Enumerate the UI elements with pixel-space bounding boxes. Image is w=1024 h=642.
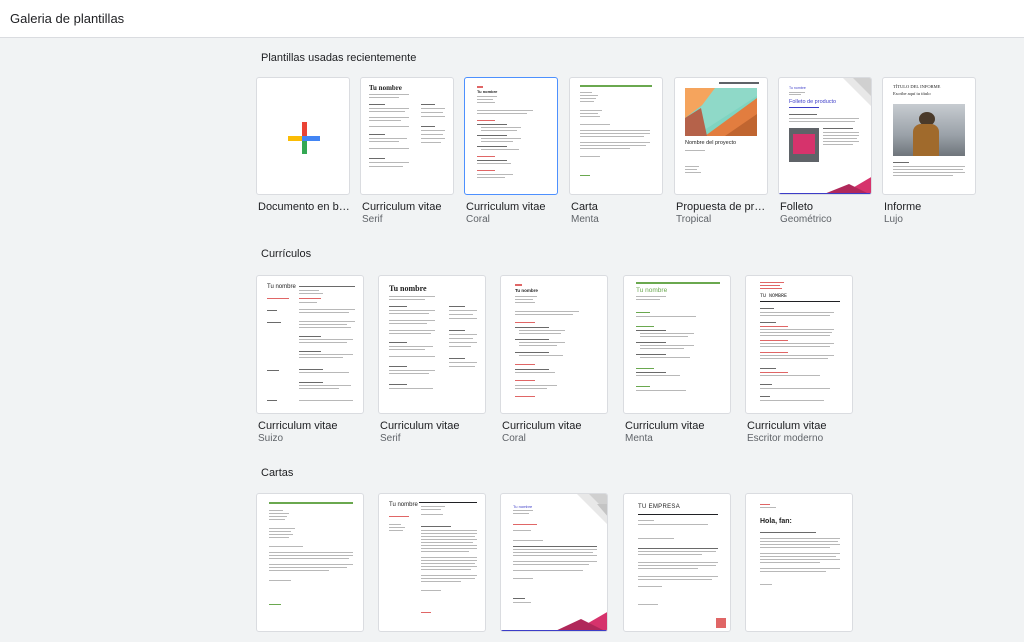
thumb-heading: Tu nombre <box>513 504 533 509</box>
template-thumbnail[interactable]: Tu nombre Folleto de producto <box>778 77 872 195</box>
template-subtitle: Tropical <box>676 214 712 225</box>
template-thumbnail[interactable]: Tu nombre <box>256 275 364 414</box>
template-title: Documento en bla… <box>258 201 350 213</box>
template-subtitle: Geométrico <box>780 214 832 225</box>
template-subtitle: Serif <box>362 214 383 225</box>
thumb-heading: Hola, fan: <box>760 518 792 525</box>
geometric-bottom-art <box>779 177 871 194</box>
template-subtitle: Serif <box>380 433 401 444</box>
geometric-corner-art <box>577 494 607 524</box>
top-bar: Galeria de plantillas <box>0 0 1024 38</box>
template-subtitle: Coral <box>502 433 526 444</box>
thumb-heading: TU NOMBRE <box>760 293 788 299</box>
template-thumbnail[interactable]: TU NOMBRE <box>745 275 853 414</box>
template-title: Curriculum vitae <box>380 420 460 432</box>
template-title: Curriculum vitae <box>258 420 338 432</box>
thumb-heading: Tu nombre <box>636 287 668 294</box>
template-title: Curriculum vitae <box>362 201 442 213</box>
template-thumbnail[interactable] <box>569 77 663 195</box>
template-thumbnail[interactable]: Tu nombre <box>378 275 486 414</box>
app-title: Galeria de plantillas <box>10 11 125 26</box>
template-subtitle: Coral <box>466 214 490 225</box>
template-title: Curriculum vitae <box>747 420 827 432</box>
thumb-heading: Tu nombre <box>267 284 296 290</box>
thumb-title: Folleto de producto <box>789 99 837 105</box>
template-title: Informe <box>884 201 922 213</box>
thumb-title: TÍTULO DEL INFORME <box>893 84 941 89</box>
plus-icon <box>288 122 320 154</box>
thumb-subtitle: Escribe aquí tu título <box>893 91 931 96</box>
thumb-heading: Tu nombre <box>389 502 418 508</box>
template-thumbnail[interactable]: Hola, fan: <box>745 493 853 632</box>
template-thumbnail[interactable]: Tu nombre <box>500 493 608 632</box>
section-title-recent: Plantillas usadas recientemente <box>261 52 417 64</box>
thumb-heading: Nombre del proyecto <box>685 140 737 146</box>
thumb-heading: Tu nombre <box>789 86 806 90</box>
template-title: Folleto <box>780 201 814 213</box>
thumb-heading: TU EMPRESA <box>638 504 681 510</box>
thumb-heading: Tu nombre <box>389 284 427 293</box>
template-title: Carta <box>571 201 598 213</box>
thumb-heading: Tu nombre <box>369 84 402 92</box>
template-thumbnail[interactable]: Tu nombre <box>623 275 731 414</box>
template-subtitle: Menta <box>625 433 653 444</box>
geometric-bottom-art <box>501 612 607 631</box>
template-thumbnail[interactable] <box>256 493 364 632</box>
template-subtitle: Suizo <box>258 433 284 444</box>
tropical-illustration <box>685 88 757 136</box>
thumb-heading: Tu nombre <box>477 89 498 94</box>
template-thumbnail[interactable]: TU EMPRESA <box>623 493 731 632</box>
template-title: Curriculum vitae <box>625 420 705 432</box>
section-title-resumes: Currículos <box>261 248 312 260</box>
thumb-heading: Tu nombre <box>515 288 538 293</box>
template-thumbnail[interactable]: Nombre del proyecto <box>674 77 768 195</box>
template-subtitle: Menta <box>571 214 599 225</box>
template-thumbnail[interactable]: TÍTULO DEL INFORME Escribe aquí tu títul… <box>882 77 976 195</box>
template-thumbnail[interactable]: Tu nombre <box>500 275 608 414</box>
template-thumbnail[interactable]: Tu nombre <box>360 77 454 195</box>
template-subtitle: Escritor moderno <box>747 433 824 444</box>
template-subtitle: Lujo <box>884 214 903 225</box>
template-thumbnail[interactable] <box>256 77 350 195</box>
template-title: Curriculum vitae <box>466 201 546 213</box>
geometric-corner-art <box>843 78 871 106</box>
section-title-letters: Cartas <box>261 467 294 479</box>
template-title: Propuesta de proy… <box>676 201 768 213</box>
template-thumbnail[interactable]: Tu nombre <box>464 77 558 195</box>
template-title: Curriculum vitae <box>502 420 582 432</box>
template-thumbnail[interactable]: Tu nombre <box>378 493 486 632</box>
